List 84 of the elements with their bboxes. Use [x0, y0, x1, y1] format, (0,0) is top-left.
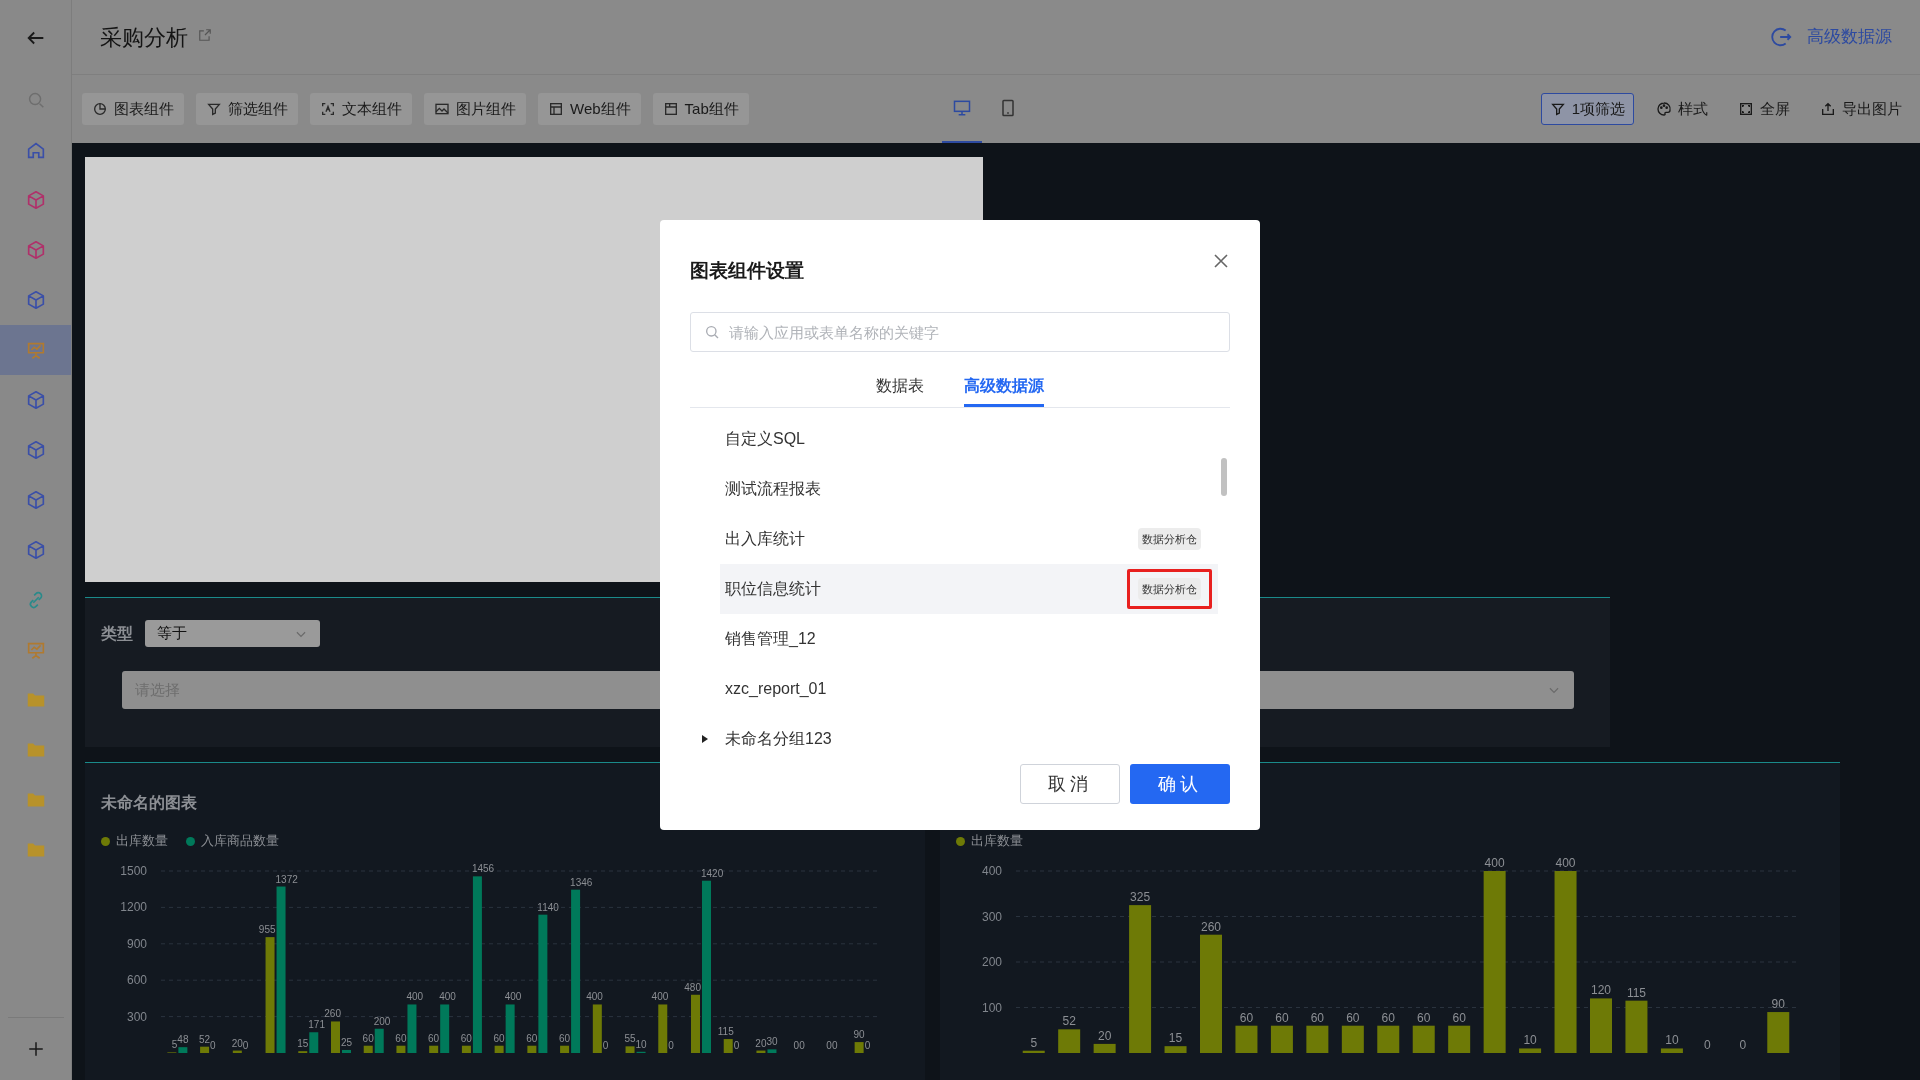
data-label: 0: [826, 1040, 832, 1051]
data-label: 60: [1381, 1010, 1395, 1025]
data-label: 0: [242, 1040, 249, 1051]
data-label: 30: [766, 1036, 778, 1048]
filter-label: 类型: [101, 623, 133, 644]
data-label: 5: [171, 1039, 178, 1051]
data-label: 60: [1417, 1010, 1431, 1025]
data-label: 15: [1168, 1031, 1183, 1046]
axis-label: 900: [126, 936, 147, 951]
data-label: 400: [1484, 856, 1505, 870]
data-label: 25: [341, 1036, 353, 1048]
data-label: 60: [526, 1032, 538, 1044]
data-label: 90: [853, 1029, 865, 1041]
source-tag: 数据分析仓: [1138, 577, 1201, 601]
data-label: 60: [1239, 1010, 1254, 1025]
axis-label: 400: [981, 864, 1002, 878]
data-label: 60: [493, 1032, 505, 1044]
data-label: 0: [602, 1040, 609, 1051]
axis-label: 1500: [120, 864, 147, 878]
data-label: 60: [1275, 1010, 1289, 1025]
axis-label: 300: [126, 1009, 147, 1024]
data-label: 1456: [471, 863, 495, 875]
axis-label: 300: [981, 909, 1002, 924]
data-label: 52: [1062, 1014, 1076, 1029]
data-label: 400: [406, 991, 424, 1003]
data-label: 400: [504, 991, 522, 1003]
data-label: 1346: [570, 876, 593, 888]
data-label: 200: [373, 1015, 391, 1027]
data-label: 260: [1201, 919, 1221, 934]
data-label: 171: [308, 1019, 325, 1031]
data-label: 60: [395, 1032, 407, 1044]
data-label: 260: [324, 1008, 341, 1020]
data-label: 60: [558, 1032, 571, 1044]
data-label: 120: [1591, 983, 1611, 998]
legend-label: 入库商品数量: [201, 832, 279, 851]
data-label: 325: [1130, 890, 1151, 905]
data-label: 60: [1346, 1010, 1360, 1025]
data-label: 1140: [537, 901, 559, 913]
data-label: 0: [1739, 1038, 1747, 1052]
dialog-title: 图表组件设置: [690, 258, 804, 283]
data-label: 20: [1097, 1028, 1112, 1043]
data-label: 10: [1523, 1033, 1537, 1048]
data-label: 0: [1704, 1038, 1711, 1052]
data-label: 90: [1771, 997, 1785, 1012]
data-label: 400: [439, 991, 456, 1003]
axis-label: 1200: [120, 900, 147, 915]
data-label: 0: [210, 1040, 216, 1051]
axis-label: 100: [981, 1000, 1002, 1015]
data-label: 955: [258, 924, 276, 936]
source-tag: 数据分析仓: [1138, 527, 1201, 551]
data-label: 0: [799, 1040, 805, 1051]
data-label: 60: [362, 1032, 374, 1044]
data-label: 0: [831, 1040, 838, 1051]
data-label: 20: [755, 1037, 767, 1049]
data-label: 400: [586, 991, 603, 1003]
data-label: 20: [231, 1037, 243, 1049]
data-label: 1372: [275, 873, 298, 885]
data-label: 400: [1555, 856, 1576, 870]
data-label: 1420: [701, 867, 724, 879]
data-label: 0: [864, 1040, 871, 1051]
legend-label: 出库数量: [116, 832, 168, 851]
data-label: 480: [684, 981, 701, 993]
data-label: 115: [1626, 985, 1646, 1000]
data-label: 115: [717, 1026, 734, 1038]
data-label: 10: [1665, 1033, 1679, 1048]
data-label: 60: [460, 1032, 472, 1044]
data-label: 60: [428, 1032, 440, 1044]
data-label: 0: [733, 1040, 740, 1051]
data-label: 10: [635, 1038, 647, 1050]
axis-label: 200: [981, 955, 1002, 969]
data-label: 60: [1310, 1010, 1325, 1025]
data-label: 0: [668, 1040, 674, 1051]
data-label: 60: [1452, 1010, 1466, 1025]
chart-title: 未命名的图表: [101, 793, 198, 813]
data-label: 5: [1030, 1035, 1038, 1050]
data-label: 48: [177, 1034, 189, 1046]
data-label: 55: [624, 1033, 636, 1045]
data-label: 15: [297, 1038, 309, 1050]
legend-label: 出库数量: [971, 832, 1023, 851]
data-label: 0: [793, 1040, 800, 1051]
data-label: 52: [198, 1033, 211, 1045]
page-title: 采购分析: [100, 23, 188, 52]
data-label: 400: [651, 991, 669, 1003]
axis-label: 600: [126, 973, 147, 988]
